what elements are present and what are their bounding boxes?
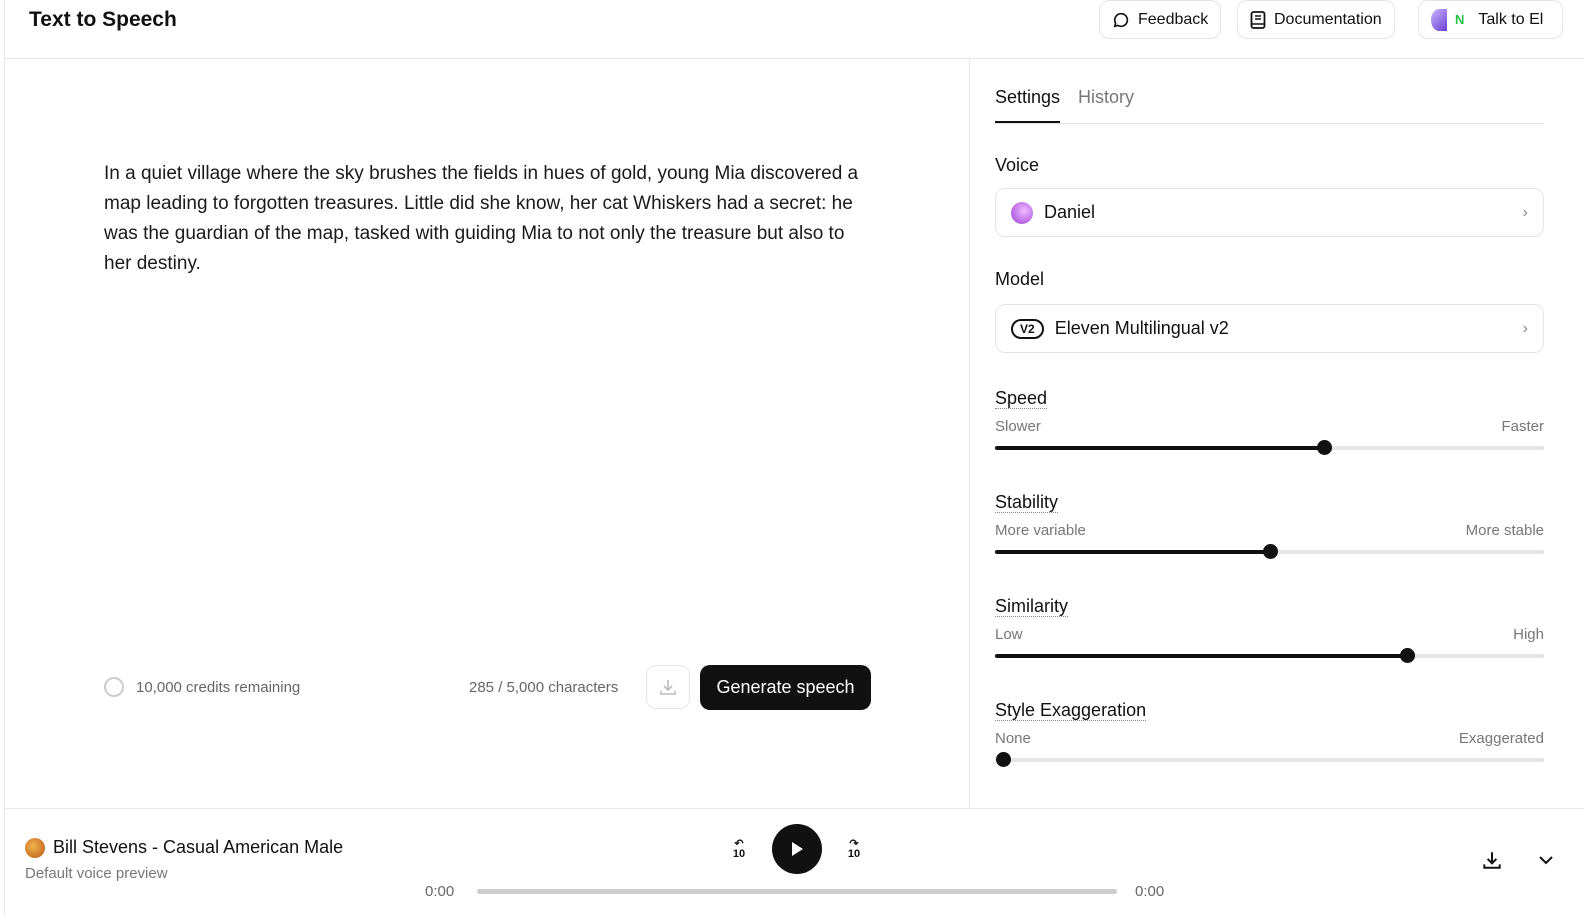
voice-label: Voice — [995, 155, 1040, 175]
slider-max-label: Exaggerated — [1458, 730, 1544, 747]
rewind-10-button[interactable]: ↶ 10 — [727, 839, 751, 860]
feedback-label: Feedback — [1138, 10, 1209, 28]
slider-fill — [995, 654, 1407, 658]
documentation-label: Documentation — [1274, 10, 1382, 28]
slider-track[interactable] — [995, 648, 1544, 663]
slider-min-label: Low — [995, 626, 1023, 643]
forward-10-button[interactable]: ↷ 10 — [842, 839, 866, 860]
slider-track[interactable] — [995, 752, 1544, 767]
agent-icon: N — [1455, 12, 1465, 27]
download-icon[interactable] — [1481, 849, 1503, 871]
voice-avatar — [25, 837, 45, 858]
slider-thumb[interactable] — [1317, 440, 1333, 455]
slider-thumb[interactable] — [1262, 544, 1278, 559]
voice-select[interactable]: Daniel › — [995, 188, 1544, 237]
settings-tabs: Settings History — [995, 87, 1544, 124]
model-select[interactable]: V2 Eleven Multilingual v2 › — [995, 304, 1544, 353]
slider-label: Speed — [995, 388, 1048, 409]
feedback-button[interactable]: Feedback — [1099, 0, 1222, 39]
chat-bubble-icon — [1113, 12, 1129, 27]
editor-panel: In a quiet village where the sky brushes… — [4, 59, 970, 809]
play-button[interactable] — [772, 824, 822, 874]
total-time: 0:00 — [1135, 883, 1165, 900]
text-input[interactable]: In a quiet village where the sky brushes… — [104, 159, 864, 279]
credits-indicator: 10,000 credits remaining — [104, 677, 300, 697]
tab-history[interactable]: History — [1078, 87, 1134, 123]
el-logo-icon — [1431, 8, 1447, 31]
slider-thumb[interactable] — [1399, 648, 1415, 663]
top-bar: Text to Speech Feedback Documentation N … — [4, 0, 1584, 59]
slider-thumb[interactable] — [996, 752, 1012, 767]
current-time: 0:00 — [425, 883, 455, 900]
generate-speech-button[interactable]: Generate speech — [700, 665, 871, 710]
slider-label: Similarity — [995, 596, 1069, 617]
chevron-down-icon[interactable] — [1537, 853, 1555, 867]
book-icon — [1250, 10, 1266, 29]
voice-name: Daniel — [1044, 202, 1096, 222]
playback-progress[interactable] — [477, 889, 1117, 894]
slider-track[interactable] — [995, 440, 1544, 455]
slider-label: Stability — [995, 492, 1059, 513]
slider-min-label: More variable — [995, 522, 1086, 539]
audio-player: Bill Stevens - Casual American Male Defa… — [4, 808, 1584, 916]
slider-range-labels: Low High — [995, 626, 1544, 643]
slider-max-label: High — [1513, 626, 1544, 643]
talk-label: Talk to El — [1478, 10, 1544, 28]
model-name: Eleven Multilingual v2 — [1054, 318, 1229, 338]
forward-seconds: 10 — [847, 848, 861, 860]
documentation-button[interactable]: Documentation — [1237, 0, 1395, 39]
slider-max-label: Faster — [1501, 418, 1544, 435]
editor-footer: 10,000 credits remaining 285 / 5,000 cha… — [5, 665, 971, 711]
credits-text: 10,000 credits remaining — [136, 678, 301, 696]
preview-subtitle: Default voice preview — [25, 865, 168, 882]
page-title: Text to Speech — [29, 8, 177, 31]
slider-fill — [995, 446, 1325, 450]
slider-min-label: None — [995, 730, 1031, 747]
play-icon — [792, 842, 803, 856]
slider-range-labels: Slower Faster — [995, 418, 1544, 435]
model-label: Model — [995, 269, 1045, 289]
chevron-right-icon: › — [1522, 319, 1528, 337]
slider-fill — [995, 550, 1270, 554]
slider-range-labels: More variable More stable — [995, 522, 1544, 539]
voice-avatar — [1011, 201, 1033, 224]
talk-to-el-button[interactable]: N Talk to El — [1418, 0, 1563, 39]
credits-circle-icon — [104, 677, 124, 697]
tab-settings[interactable]: Settings — [995, 87, 1061, 123]
download-button[interactable] — [646, 665, 690, 709]
preview-voice: Bill Stevens - Casual American Male — [25, 837, 343, 858]
slider-track[interactable] — [995, 544, 1544, 559]
character-count: 285 / 5,000 characters — [469, 679, 619, 696]
slider-max-label: More stable — [1465, 522, 1544, 539]
model-badge: V2 — [1011, 318, 1044, 339]
chevron-right-icon: › — [1522, 203, 1528, 221]
slider-label: Style Exaggeration — [995, 700, 1147, 721]
rewind-seconds: 10 — [732, 848, 746, 860]
preview-voice-name: Bill Stevens - Casual American Male — [53, 837, 344, 857]
download-icon — [660, 680, 676, 695]
slider-range-labels: None Exaggerated — [995, 730, 1544, 747]
slider-min-label: Slower — [995, 418, 1041, 435]
